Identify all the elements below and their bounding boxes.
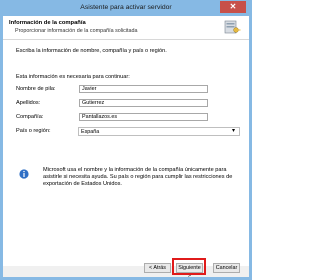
company-label: Compañía: [16,114,44,120]
cancel-button[interactable]: Cancelar [213,263,240,273]
back-button[interactable]: < Atrás [144,263,171,273]
wizard-content: Escriba la información de nombre, compañ… [3,40,249,266]
page-title: Información de la compañía [9,20,86,26]
next-button-highlight [172,258,206,275]
title-bar[interactable]: Asistente para activar servidor ✕ [0,0,252,16]
page-subtitle: Proporcionar información de la compañía … [15,28,138,34]
wizard-window: Asistente para activar servidor ✕ Inform… [0,0,252,280]
country-select[interactable]: España ▾ [78,127,240,136]
last-name-label: Apellidos: [16,100,41,106]
company-field[interactable]: Pantallazos.es [79,113,208,121]
country-label: País o región: [16,128,51,134]
first-name-label: Nombre de pila: [16,86,56,92]
close-button[interactable]: ✕ [220,1,246,13]
chevron-down-icon[interactable]: ▾ [229,128,238,135]
privacy-info-text: Microsoft usa el nombre y la información… [43,167,233,187]
info-icon [19,169,29,179]
client-area: Información de la compañía Proporcionar … [3,16,249,277]
required-note: Esta información es necesaria para conti… [16,74,130,80]
window-title: Asistente para activar servidor [80,4,172,11]
first-name-field[interactable]: Javier [79,85,208,93]
intro-text: Escriba la información de nombre, compañ… [16,48,167,54]
country-value: España [81,129,100,135]
server-key-icon [224,20,241,34]
last-name-field[interactable]: Gutierrez [79,99,208,107]
wizard-header: Información de la compañía Proporcionar … [3,16,249,40]
